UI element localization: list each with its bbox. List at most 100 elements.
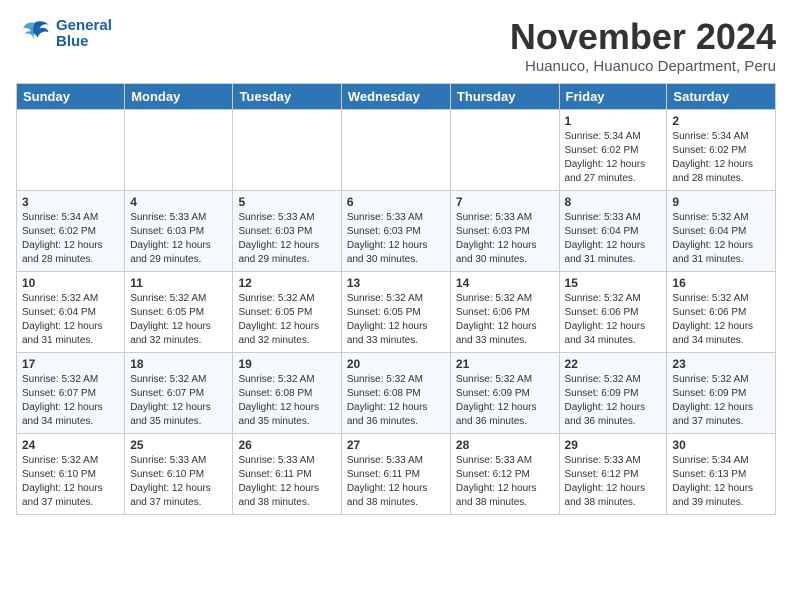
day-info: Sunrise: 5:34 AMSunset: 6:02 PMDaylight:… [22, 211, 119, 267]
calendar-cell: 2 Sunrise: 5:34 AMSunset: 6:02 PMDaylight… [667, 110, 776, 191]
calendar-table: SundayMondayTuesdayWednesdayThursdayFrid… [16, 83, 776, 515]
calendar-cell: 29 Sunrise: 5:33 AMSunset: 6:12 PMDayligh… [559, 434, 667, 515]
day-info: Sunrise: 5:32 AMSunset: 6:05 PMDaylight:… [130, 292, 227, 348]
day-number: 3 [22, 195, 119, 209]
day-number: 9 [672, 195, 770, 209]
day-number: 16 [672, 276, 770, 290]
calendar-cell: 12Sunrise: 5:32 AMSunset: 6:05 PMDayligh… [233, 272, 341, 353]
day-number: 5 [238, 195, 335, 209]
header-tuesday: Tuesday [233, 84, 341, 110]
day-info: Sunrise: 5:34 AMSunset: 6:02 PMDaylight:… [565, 130, 662, 186]
calendar-cell: 1 Sunrise: 5:34 AMSunset: 6:02 PMDaylight… [559, 110, 667, 191]
calendar-cell [233, 110, 341, 191]
day-info: Sunrise: 5:33 AMSunset: 6:11 PMDaylight:… [347, 454, 445, 510]
calendar-cell: 14Sunrise: 5:32 AMSunset: 6:06 PMDayligh… [450, 272, 559, 353]
day-info: Sunrise: 5:32 AMSunset: 6:09 PMDaylight:… [456, 373, 554, 429]
calendar-cell: 19Sunrise: 5:32 AMSunset: 6:08 PMDayligh… [233, 353, 341, 434]
day-number: 15 [565, 276, 662, 290]
day-number: 20 [347, 357, 445, 371]
calendar-cell: 5 Sunrise: 5:33 AMSunset: 6:03 PMDaylight… [233, 191, 341, 272]
logo-icon [16, 16, 52, 52]
calendar-cell: 23Sunrise: 5:32 AMSunset: 6:09 PMDayligh… [667, 353, 776, 434]
day-info: Sunrise: 5:34 AMSunset: 6:02 PMDaylight:… [672, 130, 770, 186]
calendar-cell [125, 110, 233, 191]
calendar-week-3: 10 Sunrise: 5:32 AMSunset: 6:04 PMDayligh… [17, 272, 776, 353]
calendar-cell: 13 Sunrise: 5:32 AMSunset: 6:05 PMDayligh… [341, 272, 450, 353]
title-block: November 2024 Huanuco, Huanuco Departmen… [510, 16, 776, 75]
day-info: Sunrise: 5:33 AMSunset: 6:03 PMDaylight:… [347, 211, 445, 267]
page-header: General Blue November 2024 Huanuco, Huan… [16, 16, 776, 75]
day-number: 24 [22, 438, 119, 452]
day-number: 25 [130, 438, 227, 452]
day-number: 1 [565, 114, 662, 128]
logo-text-general: General [56, 17, 112, 34]
logo-text-blue: Blue [56, 34, 112, 51]
day-info: Sunrise: 5:32 AMSunset: 6:07 PMDaylight:… [22, 373, 119, 429]
header-saturday: Saturday [667, 84, 776, 110]
day-info: Sunrise: 5:33 AMSunset: 6:04 PMDaylight:… [565, 211, 662, 267]
header-thursday: Thursday [450, 84, 559, 110]
calendar-week-5: 24Sunrise: 5:32 AMSunset: 6:10 PMDayligh… [17, 434, 776, 515]
calendar-cell: 25 Sunrise: 5:33 AMSunset: 6:10 PMDayligh… [125, 434, 233, 515]
calendar-cell: 27 Sunrise: 5:33 AMSunset: 6:11 PMDayligh… [341, 434, 450, 515]
calendar-cell: 15 Sunrise: 5:32 AMSunset: 6:06 PMDayligh… [559, 272, 667, 353]
day-info: Sunrise: 5:32 AMSunset: 6:07 PMDaylight:… [130, 373, 227, 429]
day-number: 4 [130, 195, 227, 209]
day-info: Sunrise: 5:32 AMSunset: 6:08 PMDaylight:… [347, 373, 445, 429]
day-number: 28 [456, 438, 554, 452]
day-info: Sunrise: 5:33 AMSunset: 6:11 PMDaylight:… [238, 454, 335, 510]
day-number: 2 [672, 114, 770, 128]
day-info: Sunrise: 5:32 AMSunset: 6:09 PMDaylight:… [565, 373, 662, 429]
day-number: 22 [565, 357, 662, 371]
day-number: 18 [130, 357, 227, 371]
calendar-cell: 8 Sunrise: 5:33 AMSunset: 6:04 PMDaylight… [559, 191, 667, 272]
day-number: 11 [130, 276, 227, 290]
day-number: 8 [565, 195, 662, 209]
header-sunday: Sunday [17, 84, 125, 110]
day-info: Sunrise: 5:33 AMSunset: 6:12 PMDaylight:… [565, 454, 662, 510]
calendar-week-2: 3 Sunrise: 5:34 AMSunset: 6:02 PMDaylight… [17, 191, 776, 272]
calendar-cell: 7 Sunrise: 5:33 AMSunset: 6:03 PMDaylight… [450, 191, 559, 272]
calendar-cell: 18 Sunrise: 5:32 AMSunset: 6:07 PMDayligh… [125, 353, 233, 434]
calendar-cell [341, 110, 450, 191]
calendar-cell: 9Sunrise: 5:32 AMSunset: 6:04 PMDaylight… [667, 191, 776, 272]
day-info: Sunrise: 5:34 AMSunset: 6:13 PMDaylight:… [672, 454, 770, 510]
day-info: Sunrise: 5:33 AMSunset: 6:03 PMDaylight:… [238, 211, 335, 267]
calendar-cell: 20 Sunrise: 5:32 AMSunset: 6:08 PMDayligh… [341, 353, 450, 434]
calendar-cell [17, 110, 125, 191]
calendar-cell: 17Sunrise: 5:32 AMSunset: 6:07 PMDayligh… [17, 353, 125, 434]
header-friday: Friday [559, 84, 667, 110]
calendar-week-4: 17Sunrise: 5:32 AMSunset: 6:07 PMDayligh… [17, 353, 776, 434]
day-info: Sunrise: 5:33 AMSunset: 6:10 PMDaylight:… [130, 454, 227, 510]
day-number: 7 [456, 195, 554, 209]
calendar-cell: 3 Sunrise: 5:34 AMSunset: 6:02 PMDaylight… [17, 191, 125, 272]
calendar-cell: 6Sunrise: 5:33 AMSunset: 6:03 PMDaylight… [341, 191, 450, 272]
day-number: 26 [238, 438, 335, 452]
header-monday: Monday [125, 84, 233, 110]
calendar-cell: 16 Sunrise: 5:32 AMSunset: 6:06 PMDayligh… [667, 272, 776, 353]
day-number: 27 [347, 438, 445, 452]
calendar-cell: 30 Sunrise: 5:34 AMSunset: 6:13 PMDayligh… [667, 434, 776, 515]
calendar-cell: 10 Sunrise: 5:32 AMSunset: 6:04 PMDayligh… [17, 272, 125, 353]
day-info: Sunrise: 5:32 AMSunset: 6:06 PMDaylight:… [456, 292, 554, 348]
calendar-cell: 22 Sunrise: 5:32 AMSunset: 6:09 PMDayligh… [559, 353, 667, 434]
calendar-cell [450, 110, 559, 191]
month-title: November 2024 [510, 16, 776, 58]
day-info: Sunrise: 5:32 AMSunset: 6:08 PMDaylight:… [238, 373, 335, 429]
day-number: 13 [347, 276, 445, 290]
calendar-cell: 26 Sunrise: 5:33 AMSunset: 6:11 PMDayligh… [233, 434, 341, 515]
day-number: 30 [672, 438, 770, 452]
day-info: Sunrise: 5:32 AMSunset: 6:06 PMDaylight:… [565, 292, 662, 348]
calendar-cell: 21 Sunrise: 5:32 AMSunset: 6:09 PMDayligh… [450, 353, 559, 434]
calendar-cell: 4Sunrise: 5:33 AMSunset: 6:03 PMDaylight… [125, 191, 233, 272]
day-info: Sunrise: 5:33 AMSunset: 6:12 PMDaylight:… [456, 454, 554, 510]
day-number: 29 [565, 438, 662, 452]
day-info: Sunrise: 5:32 AMSunset: 6:06 PMDaylight:… [672, 292, 770, 348]
day-number: 10 [22, 276, 119, 290]
day-info: Sunrise: 5:32 AMSunset: 6:04 PMDaylight:… [22, 292, 119, 348]
day-number: 21 [456, 357, 554, 371]
calendar-cell: 28 Sunrise: 5:33 AMSunset: 6:12 PMDayligh… [450, 434, 559, 515]
logo: General Blue [16, 16, 112, 52]
day-info: Sunrise: 5:32 AMSunset: 6:05 PMDaylight:… [347, 292, 445, 348]
day-info: Sunrise: 5:33 AMSunset: 6:03 PMDaylight:… [456, 211, 554, 267]
